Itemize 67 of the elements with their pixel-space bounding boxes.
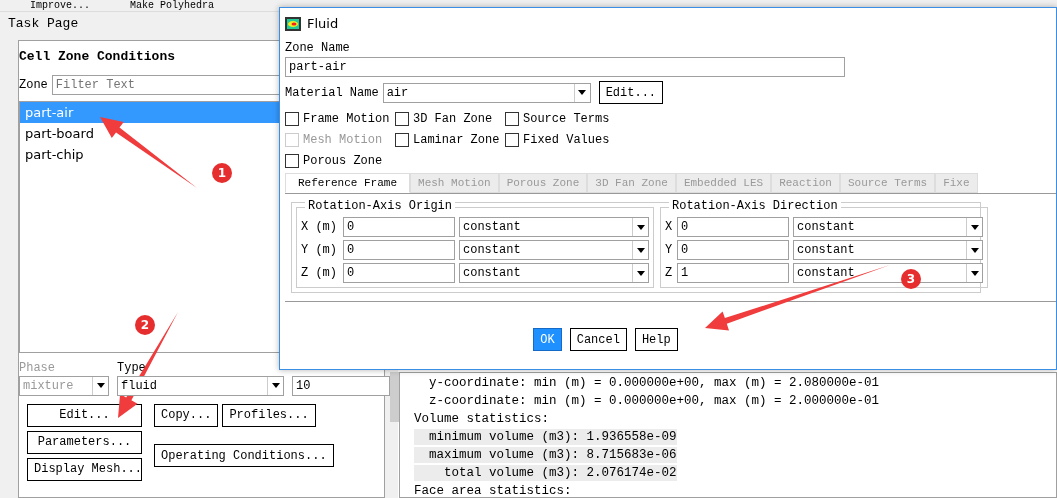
dropdown[interactable]: fluid [117, 375, 284, 396]
id-field[interactable]: 10 [292, 375, 390, 396]
toolbar-button[interactable]: Improve... [30, 0, 90, 11]
caret-icon [578, 90, 587, 95]
axis-label: Z [665, 265, 673, 282]
caret-icon [636, 224, 645, 230]
toolbar-button[interactable]: Make Polyhedra [130, 0, 215, 11]
value-field[interactable]: 0 [343, 217, 455, 237]
field-label: Zone Name [285, 40, 351, 57]
dropdown[interactable]: air [382, 82, 591, 103]
axis-label: X [665, 219, 673, 236]
button[interactable]: Profiles... [222, 403, 316, 427]
dropdown[interactable]: constant [459, 240, 649, 260]
field-label: Phase [19, 360, 56, 376]
edit-button[interactable]: Edit... [598, 81, 664, 104]
scrollbar[interactable] [390, 372, 399, 422]
checkbox-label: Mesh Motion [303, 131, 383, 149]
field-label: Type [117, 360, 147, 376]
value-field[interactable]: 0 [343, 240, 455, 260]
caret-icon [96, 383, 105, 388]
axis-label: Z (m) [301, 265, 338, 282]
group-title: Rotation-Axis Origin [305, 199, 456, 213]
window-title: Fluid [307, 14, 339, 33]
caret-icon [970, 224, 979, 230]
button[interactable]: Parameters... [27, 430, 142, 454]
checkbox[interactable] [285, 111, 299, 126]
tab[interactable]: Reference Frame [285, 173, 411, 193]
axis-label: Y [665, 242, 673, 259]
checkbox[interactable] [505, 111, 519, 126]
panel-title: Task Page [8, 15, 79, 33]
checkbox-label: 3D Fan Zone [413, 110, 493, 128]
caret-icon [271, 383, 280, 388]
console-line: Volume statistics: [414, 412, 550, 426]
dropdown[interactable]: constant [793, 217, 983, 237]
zone-name-field[interactable]: part-air [285, 57, 845, 77]
caret-icon [636, 270, 645, 276]
button[interactable]: Edit... [27, 403, 142, 427]
checkbox[interactable] [395, 132, 409, 147]
checkbox[interactable] [505, 132, 519, 147]
value-field[interactable]: 0 [343, 263, 455, 283]
dropdown[interactable]: constant [793, 240, 983, 260]
dropdown[interactable]: constant [459, 263, 649, 283]
checkbox[interactable] [285, 153, 299, 168]
axis-label: X (m) [301, 219, 338, 236]
checkbox-label: Porous Zone [303, 152, 383, 170]
caret-icon [970, 247, 979, 253]
value-field[interactable]: 0 [677, 217, 789, 237]
button[interactable]: Help [634, 328, 678, 351]
console-line: Face area statistics: [414, 484, 572, 498]
value-field[interactable]: 1 [677, 263, 789, 283]
caret-icon [970, 270, 979, 276]
dropdown[interactable]: constant [459, 217, 649, 237]
checkbox[interactable] [395, 111, 409, 126]
field-label: Zone [19, 76, 48, 94]
checkbox-label: Laminar Zone [413, 131, 500, 149]
checkbox-label: Source Terms [523, 110, 610, 128]
caret-icon [636, 247, 645, 253]
button[interactable]: Cancel [569, 328, 627, 351]
console-line: z-coordinate: min (m) = 0.000000e+00, max (m) = 2.000000e-01 [428, 394, 880, 408]
button[interactable]: Display Mesh... [27, 457, 142, 481]
button[interactable]: Copy... [154, 403, 219, 427]
checkbox-label: Fixed Values [523, 131, 610, 149]
console-line: y-coordinate: min (m) = 0.000000e+00, max (m) = 2.080000e-01 [428, 376, 880, 390]
contour-icon [285, 16, 301, 31]
button[interactable]: Operating Conditions... [154, 444, 334, 467]
axis-label: Y (m) [301, 242, 338, 259]
value-field[interactable]: 0 [677, 240, 789, 260]
